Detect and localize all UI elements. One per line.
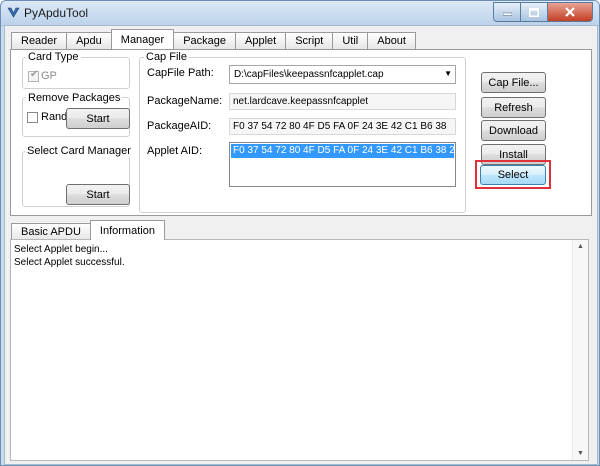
log-scrollbar[interactable]: ▲ ▼ [572,240,588,460]
client-area: Reader Apdu Manager Package Applet Scrip… [4,25,598,465]
title-bar[interactable]: PyApduTool [1,1,599,26]
check-icon: ✔ [30,69,39,80]
refresh-button[interactable]: Refresh [481,97,546,118]
rand-checkbox[interactable] [27,112,38,123]
card-type-label: Card Type [26,51,81,63]
capfile-path-label: CapFile Path: [147,67,214,79]
package-name-field[interactable]: net.lardcave.keepassnfcapplet [229,93,456,110]
download-button[interactable]: Download [481,120,546,141]
cap-file-button[interactable]: Cap File... [481,72,546,93]
tab-apdu[interactable]: Apdu [66,32,112,49]
tab-reader[interactable]: Reader [11,32,68,49]
tab-basic-apdu[interactable]: Basic APDU [11,223,91,240]
app-icon [7,7,20,18]
remove-packages-start-button[interactable]: Start [66,108,130,129]
log-line: Select Applet successful. [14,257,125,268]
capfile-path-value: D:\capFiles\keepassnfcapplet.cap [234,69,384,80]
scroll-up-icon[interactable]: ▲ [577,243,584,250]
select-card-manager-start-button[interactable]: Start [66,184,130,205]
caption-buttons [493,2,593,22]
applet-aid-label: Applet AID: [147,145,203,157]
minimize-button[interactable] [494,3,521,21]
maximize-button[interactable] [521,3,548,21]
tab-package[interactable]: Package [173,32,237,49]
tab-script[interactable]: Script [285,32,334,49]
information-log[interactable]: Select Applet begin... Select Applet suc… [10,239,589,461]
select-button[interactable]: Select [480,165,546,185]
select-card-manager-label: Select Card Manager [25,145,133,157]
package-name-label: PackageName: [147,95,223,107]
tab-manager[interactable]: Manager [110,29,175,49]
remove-packages-label: Remove Packages [26,92,123,104]
capfile-path-combo[interactable]: D:\capFiles\keepassnfcapplet.cap ▼ [229,65,456,84]
package-aid-label: PackageAID: [147,120,212,132]
window-title: PyApduTool [24,6,89,20]
log-line: Select Applet begin... [14,244,108,255]
gp-label: GP [41,70,57,82]
scroll-down-icon[interactable]: ▼ [577,450,584,457]
cap-file-label: Cap File [144,51,189,63]
manager-panel: Card Type ✔ GP Remove Packages Rand Star… [10,49,592,216]
list-item[interactable]: F0 37 54 72 80 4F D5 FA 0F 24 3E 42 C1 B… [231,144,454,158]
gp-checkbox[interactable]: ✔ [28,69,39,82]
log-text: Select Applet begin... Select Applet suc… [14,243,125,269]
lower-tabstrip: Basic APDU Information [11,220,165,240]
close-icon [565,7,575,17]
minimize-icon [502,12,512,16]
maximize-icon [529,7,539,17]
applet-aid-list[interactable]: F0 37 54 72 80 4F D5 FA 0F 24 3E 42 C1 B… [229,142,456,187]
rand-label: Rand [41,111,68,123]
close-button[interactable] [548,3,592,21]
tab-applet[interactable]: Applet [235,32,287,49]
chevron-down-icon[interactable]: ▼ [444,69,452,78]
tab-information[interactable]: Information [89,220,165,240]
main-window: PyApduTool Reader Apdu Manager Package A… [0,0,600,466]
tab-about[interactable]: About [367,32,416,49]
package-aid-field[interactable]: F0 37 54 72 80 4F D5 FA 0F 24 3E 42 C1 B… [229,118,456,135]
main-tabstrip: Reader Apdu Manager Package Applet Scrip… [11,29,416,49]
tab-util[interactable]: Util [332,32,369,49]
